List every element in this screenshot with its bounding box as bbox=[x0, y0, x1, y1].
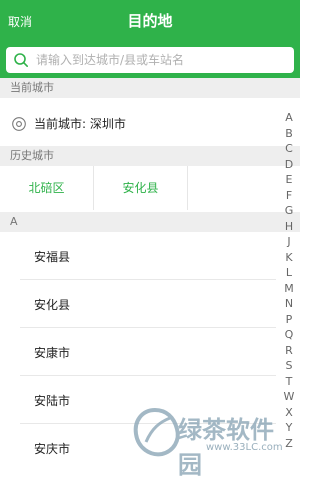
index-letter[interactable]: H bbox=[282, 219, 296, 235]
section-header-current: 当前城市 bbox=[0, 78, 300, 98]
current-city-label: 当前城市: 深圳市 bbox=[34, 117, 126, 131]
index-letter[interactable]: A bbox=[282, 110, 296, 126]
history-city-empty bbox=[188, 166, 276, 210]
current-city-row[interactable]: 当前城市: 深圳市 bbox=[0, 102, 276, 146]
history-city-item[interactable]: 北碚区 bbox=[0, 166, 94, 210]
search-bar bbox=[0, 42, 300, 78]
index-letter[interactable]: Q bbox=[282, 327, 296, 343]
city-name: 安陆市 bbox=[34, 394, 71, 408]
section-header-letter: A bbox=[0, 212, 300, 232]
list-item[interactable]: 安化县 bbox=[0, 280, 276, 328]
index-letter[interactable]: P bbox=[282, 312, 296, 328]
index-letter[interactable]: G bbox=[282, 203, 296, 219]
index-letter[interactable]: F bbox=[282, 188, 296, 204]
history-city-item[interactable]: 安化县 bbox=[94, 166, 188, 210]
index-letter[interactable]: E bbox=[282, 172, 296, 188]
search-icon bbox=[14, 53, 28, 67]
page-title: 目的地 bbox=[127, 12, 173, 30]
watermark: 绿茶软件园 www.33LC.com bbox=[126, 404, 296, 479]
list-item[interactable]: 安福县 bbox=[0, 232, 276, 280]
index-letter[interactable]: B bbox=[282, 126, 296, 142]
search-box[interactable] bbox=[6, 47, 294, 73]
watermark-url: www.33LC.com bbox=[206, 442, 283, 453]
index-letter[interactable]: D bbox=[282, 157, 296, 173]
list-item[interactable]: 安康市 bbox=[0, 328, 276, 376]
city-name: 安庆市 bbox=[34, 442, 71, 456]
index-letter[interactable]: S bbox=[282, 358, 296, 374]
city-name: 安康市 bbox=[34, 346, 71, 360]
index-letter[interactable]: L bbox=[282, 265, 296, 281]
index-letter[interactable]: J bbox=[282, 234, 296, 250]
locate-icon bbox=[12, 117, 26, 131]
section-header-history: 历史城市 bbox=[0, 146, 300, 166]
index-letter[interactable]: C bbox=[282, 141, 296, 157]
index-letter[interactable]: T bbox=[282, 374, 296, 390]
search-input[interactable] bbox=[36, 47, 286, 73]
index-letter[interactable]: K bbox=[282, 250, 296, 266]
city-name: 安福县 bbox=[34, 250, 71, 264]
index-letter[interactable]: W bbox=[282, 389, 296, 405]
index-letter[interactable]: M bbox=[282, 281, 296, 297]
history-cities: 北碚区 安化县 bbox=[0, 166, 276, 210]
city-name: 安化县 bbox=[34, 298, 71, 312]
alphabet-index[interactable]: A B C D E F G H J K L M N P Q R S T W X … bbox=[282, 110, 296, 451]
watermark-logo-icon bbox=[133, 407, 180, 457]
index-letter[interactable]: R bbox=[282, 343, 296, 359]
index-letter[interactable]: N bbox=[282, 296, 296, 312]
top-bar: 取消 目的地 bbox=[0, 0, 300, 42]
